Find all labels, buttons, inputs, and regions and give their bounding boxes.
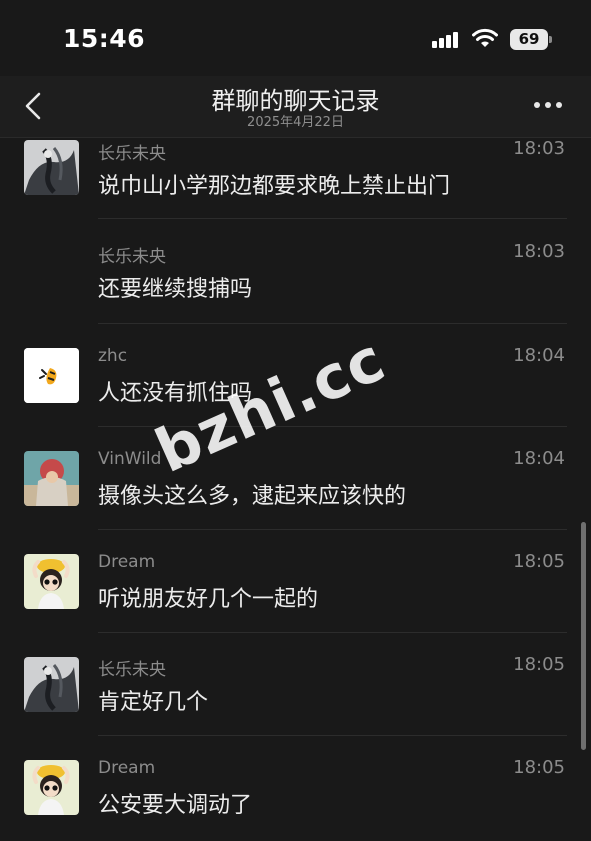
message-text: 说巾山小学那边都要求晚上禁止出门 xyxy=(98,174,451,199)
divider xyxy=(98,218,567,219)
battery-level: 69 xyxy=(518,30,540,48)
message-time: 18:05 xyxy=(513,654,565,675)
message-text: 肯定好几个 xyxy=(98,690,209,715)
more-options-button[interactable] xyxy=(533,98,563,112)
status-bar: 15:46 69 xyxy=(0,0,591,76)
list-item[interactable]: zhc 18:04 人还没有抓住吗 xyxy=(0,342,591,445)
chat-record-list[interactable]: 长乐未央 18:03 说巾山小学那边都要求晚上禁止出门 长乐未央 18:03 还… xyxy=(0,139,591,841)
ink-painting-avatar-icon xyxy=(24,657,79,712)
avatar[interactable] xyxy=(24,451,79,506)
message-text: 听说朋友好几个一起的 xyxy=(98,587,319,612)
sender-name: 长乐未央 xyxy=(98,144,166,164)
message-text: 摄像头这么多，逮起来应该快的 xyxy=(98,484,407,509)
sender-name: zhc xyxy=(98,346,128,366)
girl-avatar-icon xyxy=(24,554,79,609)
divider xyxy=(98,529,567,530)
list-item[interactable]: Dream 18:05 公安要大调动了 xyxy=(0,754,591,841)
battery-icon: 69 xyxy=(510,29,552,50)
scrollbar[interactable] xyxy=(581,522,586,750)
avatar[interactable] xyxy=(24,348,79,403)
message-text: 人还没有抓住吗 xyxy=(98,381,253,406)
status-time: 15:46 xyxy=(63,24,146,53)
ink-painting-avatar-icon xyxy=(24,140,79,195)
avatar[interactable] xyxy=(24,760,79,815)
sender-name: 长乐未央 xyxy=(98,247,166,267)
message-time: 18:05 xyxy=(513,757,565,778)
list-item[interactable]: VinWild 18:04 摄像头这么多，逮起来应该快的 xyxy=(0,445,591,548)
nav-bar: 群聊的聊天记录 2025年4月22日 xyxy=(0,76,591,138)
cellular-signal-icon xyxy=(432,32,458,48)
poster-avatar-icon xyxy=(24,451,79,506)
divider xyxy=(98,323,567,324)
list-item[interactable]: 长乐未央 18:03 说巾山小学那边都要求晚上禁止出门 xyxy=(0,139,591,239)
battery-tip xyxy=(549,36,552,43)
page-subtitle-date: 2025年4月22日 xyxy=(247,115,344,130)
message-time: 18:04 xyxy=(513,345,565,366)
avatar[interactable] xyxy=(24,657,79,712)
message-time: 18:05 xyxy=(513,551,565,572)
sender-name: Dream xyxy=(98,758,156,778)
sender-name: Dream xyxy=(98,552,156,572)
message-time: 18:03 xyxy=(513,241,565,262)
sender-name: VinWild xyxy=(98,449,162,469)
message-text: 还要继续搜捕吗 xyxy=(98,277,253,302)
wifi-icon xyxy=(472,28,498,47)
avatar[interactable] xyxy=(24,554,79,609)
girl-avatar-icon xyxy=(24,760,79,815)
divider xyxy=(98,632,567,633)
divider xyxy=(98,426,567,427)
list-item[interactable]: 长乐未央 18:03 还要继续搜捕吗 xyxy=(0,239,591,342)
list-item[interactable]: 长乐未央 18:05 肯定好几个 xyxy=(0,651,591,754)
divider xyxy=(98,735,567,736)
list-item[interactable]: Dream 18:05 听说朋友好几个一起的 xyxy=(0,548,591,651)
bee-logo-avatar-icon xyxy=(24,348,79,403)
message-time: 18:04 xyxy=(513,448,565,469)
message-time: 18:03 xyxy=(513,139,565,159)
message-text: 公安要大调动了 xyxy=(98,793,253,818)
sender-name: 长乐未央 xyxy=(98,660,166,680)
avatar[interactable] xyxy=(24,140,79,195)
